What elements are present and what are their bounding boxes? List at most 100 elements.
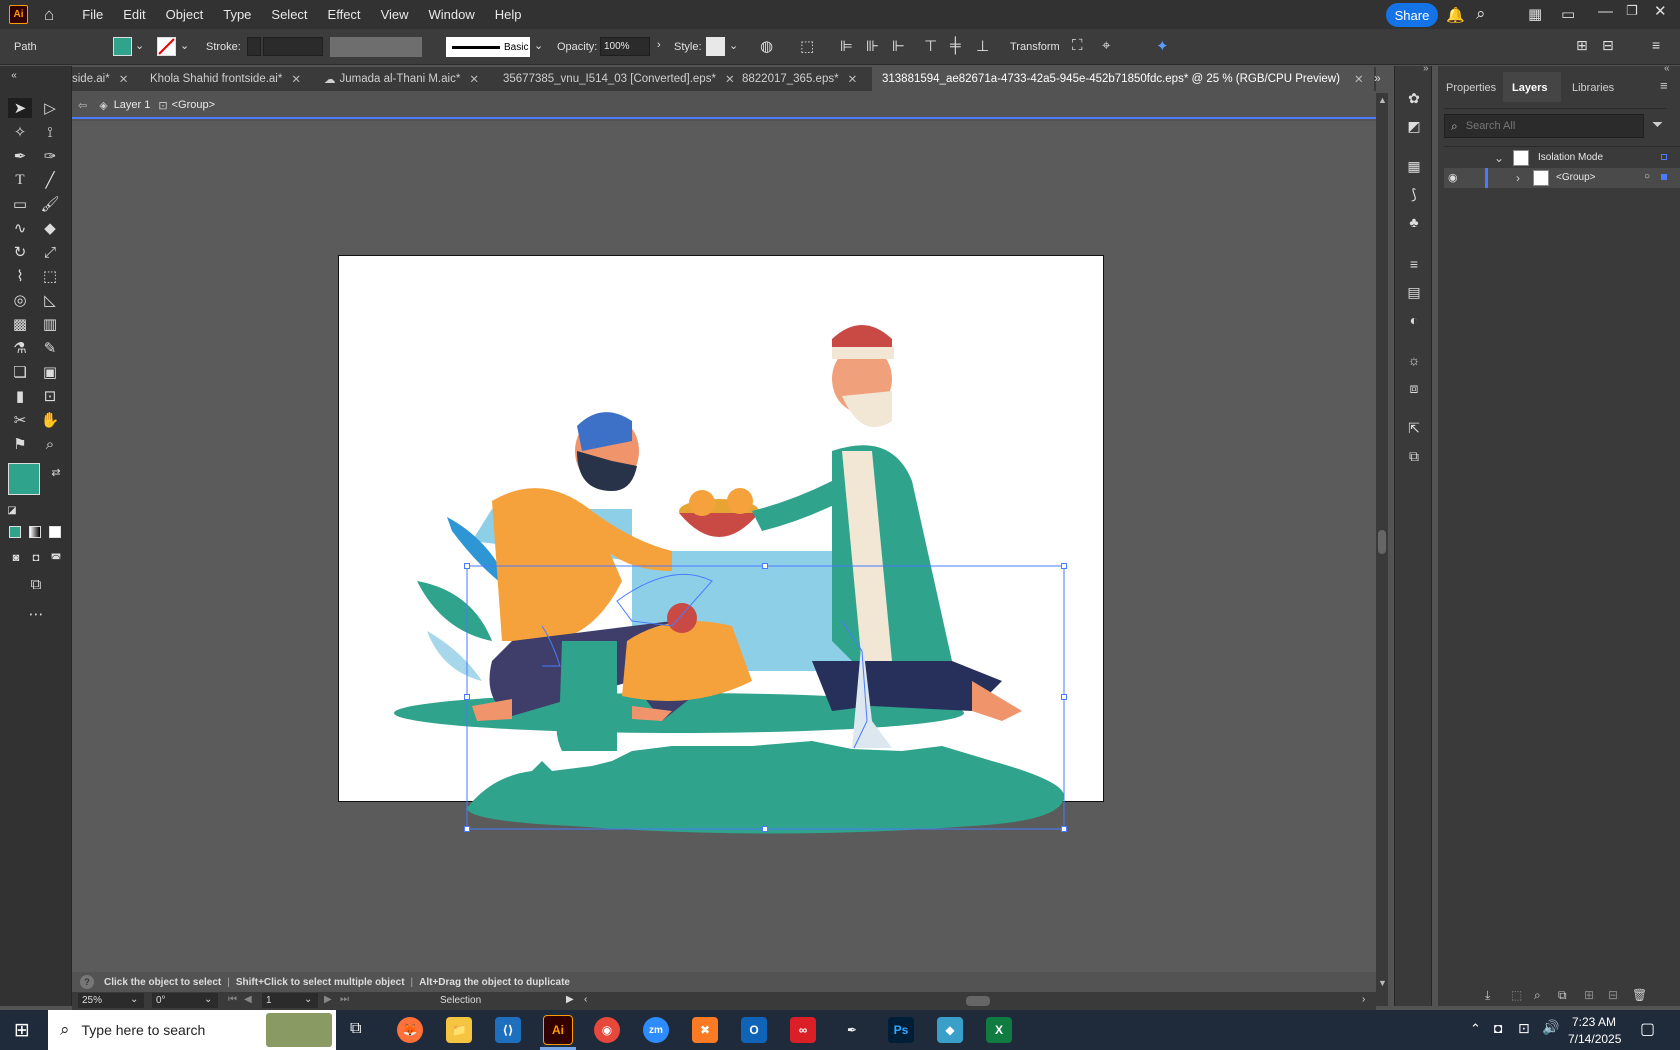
- graph-tool-icon[interactable]: ▮: [8, 386, 32, 406]
- scroll-up-icon[interactable]: ▲: [1378, 95, 1387, 105]
- export-icon[interactable]: ⇱: [1403, 420, 1425, 440]
- chevron-down-icon[interactable]: ⌄: [1494, 151, 1504, 165]
- home-icon[interactable]: ⌂: [44, 5, 54, 25]
- volume-icon[interactable]: 🔊: [1542, 1019, 1559, 1036]
- panel-menu-icon[interactable]: ≡: [1660, 78, 1668, 93]
- eye-icon[interactable]: ◉: [1448, 171, 1458, 184]
- blend-tool-icon[interactable]: ❏: [8, 362, 32, 382]
- network-icon[interactable]: ⊡: [1518, 1020, 1530, 1037]
- tab-doc-4[interactable]: 35677385_vnu_I514_03 [Converted].eps* ✕: [503, 67, 735, 91]
- filter-icon[interactable]: ⏷: [1652, 116, 1663, 133]
- eyedropper-tool-icon[interactable]: ⚗: [8, 338, 32, 358]
- tab-doc-2[interactable]: Khola Shahid frontside.ai* ✕: [150, 67, 301, 91]
- rectangle-tool-icon[interactable]: ▭: [8, 194, 32, 214]
- prev-artboard-icon[interactable]: ◀: [244, 994, 252, 1005]
- color-guide-icon[interactable]: ☼: [1403, 352, 1425, 372]
- symbol-sprayer-tool-icon[interactable]: ▣: [38, 362, 62, 382]
- target-icon[interactable]: [1661, 154, 1667, 160]
- slice-tool-icon[interactable]: ✂: [8, 410, 32, 430]
- gem-app-icon[interactable]: ◆: [937, 1017, 963, 1043]
- stroke-weight-input[interactable]: [263, 37, 323, 56]
- artboards-icon[interactable]: ⧉: [1403, 448, 1425, 468]
- selection-handle[interactable]: [1061, 694, 1067, 700]
- layer-search-input[interactable]: ⌕ Search All: [1444, 114, 1644, 138]
- vscode-icon[interactable]: ⟨⟩: [495, 1017, 521, 1043]
- arrange-docs-icon[interactable]: ⊞: [1576, 37, 1588, 54]
- chevron-down-icon[interactable]: ⌄: [135, 39, 144, 52]
- align-to-icon[interactable]: ⬚: [800, 37, 814, 55]
- firefox-icon[interactable]: 🦊: [397, 1017, 423, 1043]
- bell-icon[interactable]: 🔔: [1446, 6, 1465, 24]
- fill-swatch[interactable]: [113, 37, 132, 56]
- close-icon[interactable]: ✕: [1654, 2, 1667, 20]
- menu-select[interactable]: Select: [261, 7, 317, 22]
- status-arrow-icon[interactable]: ▶: [566, 994, 574, 1005]
- chrome-icon[interactable]: ◉: [594, 1017, 620, 1043]
- more-tools-icon[interactable]: ⋯: [24, 604, 48, 624]
- default-colors-icon[interactable]: ◪: [0, 500, 24, 520]
- none-mode-icon[interactable]: [49, 526, 61, 538]
- eraser-tool-icon[interactable]: ◆: [38, 218, 62, 238]
- direct-selection-tool-icon[interactable]: ▷: [38, 98, 62, 118]
- tab-properties[interactable]: Properties: [1446, 82, 1496, 94]
- outlook-icon[interactable]: O: [741, 1017, 767, 1043]
- restore-icon[interactable]: ❐: [1626, 3, 1638, 19]
- excel-icon[interactable]: X: [986, 1017, 1012, 1043]
- gradient-mode-icon[interactable]: [29, 526, 41, 538]
- close-icon[interactable]: ✕: [291, 72, 301, 86]
- isolate-icon[interactable]: ⛶: [1072, 37, 1083, 54]
- draw-inside-icon[interactable]: ◚: [44, 548, 68, 568]
- trash-icon[interactable]: 🗑: [1632, 988, 1647, 1002]
- brushes-icon[interactable]: ⟆: [1403, 186, 1425, 206]
- next-artboard-icon[interactable]: ▶: [324, 994, 332, 1005]
- type-tool-icon[interactable]: T: [8, 170, 32, 190]
- selection-handle[interactable]: [1061, 563, 1067, 569]
- brush-dropdown[interactable]: Basic: [446, 37, 530, 57]
- new-sublayer-icon[interactable]: ⧉: [1558, 988, 1567, 1003]
- clock-date[interactable]: 7/14/2025: [1568, 1032, 1621, 1046]
- hand-tool-icon[interactable]: ✋: [38, 410, 62, 430]
- scroll-thumb[interactable]: [1378, 530, 1386, 554]
- stroke-stepper[interactable]: [247, 37, 261, 56]
- align-center-icon[interactable]: ⊪: [866, 37, 879, 55]
- search-icon[interactable]: ⌕: [1476, 4, 1486, 24]
- windows-start-icon[interactable]: ⊞: [14, 1019, 30, 1042]
- chevron-down-icon[interactable]: ⌄: [180, 39, 189, 52]
- chevron-right-icon[interactable]: ›: [1516, 171, 1520, 185]
- scroll-right-icon[interactable]: ›: [1362, 994, 1365, 1005]
- menu-window[interactable]: Window: [419, 7, 485, 22]
- selection-handle[interactable]: [464, 694, 470, 700]
- target-icon[interactable]: ○: [1644, 171, 1650, 182]
- first-artboard-icon[interactable]: ⏮: [228, 994, 237, 1005]
- horizontal-scroll-thumb[interactable]: [966, 996, 990, 1006]
- symbols-icon[interactable]: ♣: [1403, 214, 1425, 234]
- collapse-icon[interactable]: »: [1423, 63, 1429, 74]
- chevron-down-icon[interactable]: ⌄: [204, 994, 212, 1005]
- tab-layers[interactable]: Layers: [1512, 82, 1547, 94]
- menu-object[interactable]: Object: [156, 7, 214, 22]
- zoom-tool-icon[interactable]: ⌕: [38, 434, 62, 454]
- scroll-left-icon[interactable]: ‹: [584, 994, 587, 1005]
- close-icon[interactable]: ✕: [469, 72, 479, 86]
- chevron-right-icon[interactable]: ›: [657, 39, 661, 51]
- screen-mode-icon[interactable]: ⧉: [24, 574, 48, 594]
- style-swatch[interactable]: [706, 37, 725, 56]
- task-view-icon[interactable]: ⧉: [350, 1020, 361, 1038]
- close-icon[interactable]: ✕: [848, 72, 858, 86]
- selection-handle[interactable]: [762, 563, 768, 569]
- close-icon[interactable]: ✕: [1354, 72, 1364, 86]
- free-transform-tool-icon[interactable]: ⬚: [38, 266, 62, 286]
- camera-icon[interactable]: ◘: [1494, 1020, 1502, 1036]
- perspective-grid-tool-icon[interactable]: ◺: [38, 290, 62, 310]
- chevron-down-icon[interactable]: ⌄: [130, 994, 138, 1005]
- menu-view[interactable]: View: [371, 7, 419, 22]
- mesh-tool-icon[interactable]: ▩: [8, 314, 32, 334]
- selection-tool-icon[interactable]: ➤: [8, 98, 32, 118]
- gradient-panel-icon[interactable]: ▤: [1403, 284, 1425, 304]
- transparency-icon[interactable]: ◐: [1403, 312, 1425, 332]
- asset-export-icon[interactable]: ⧈: [1403, 380, 1425, 400]
- panel-menu-icon[interactable]: ≡: [1652, 37, 1660, 53]
- breadcrumb-group[interactable]: <Group>: [172, 99, 215, 111]
- scroll-down-icon[interactable]: ▼: [1378, 978, 1387, 988]
- image-trace-icon[interactable]: ◩: [1403, 118, 1425, 138]
